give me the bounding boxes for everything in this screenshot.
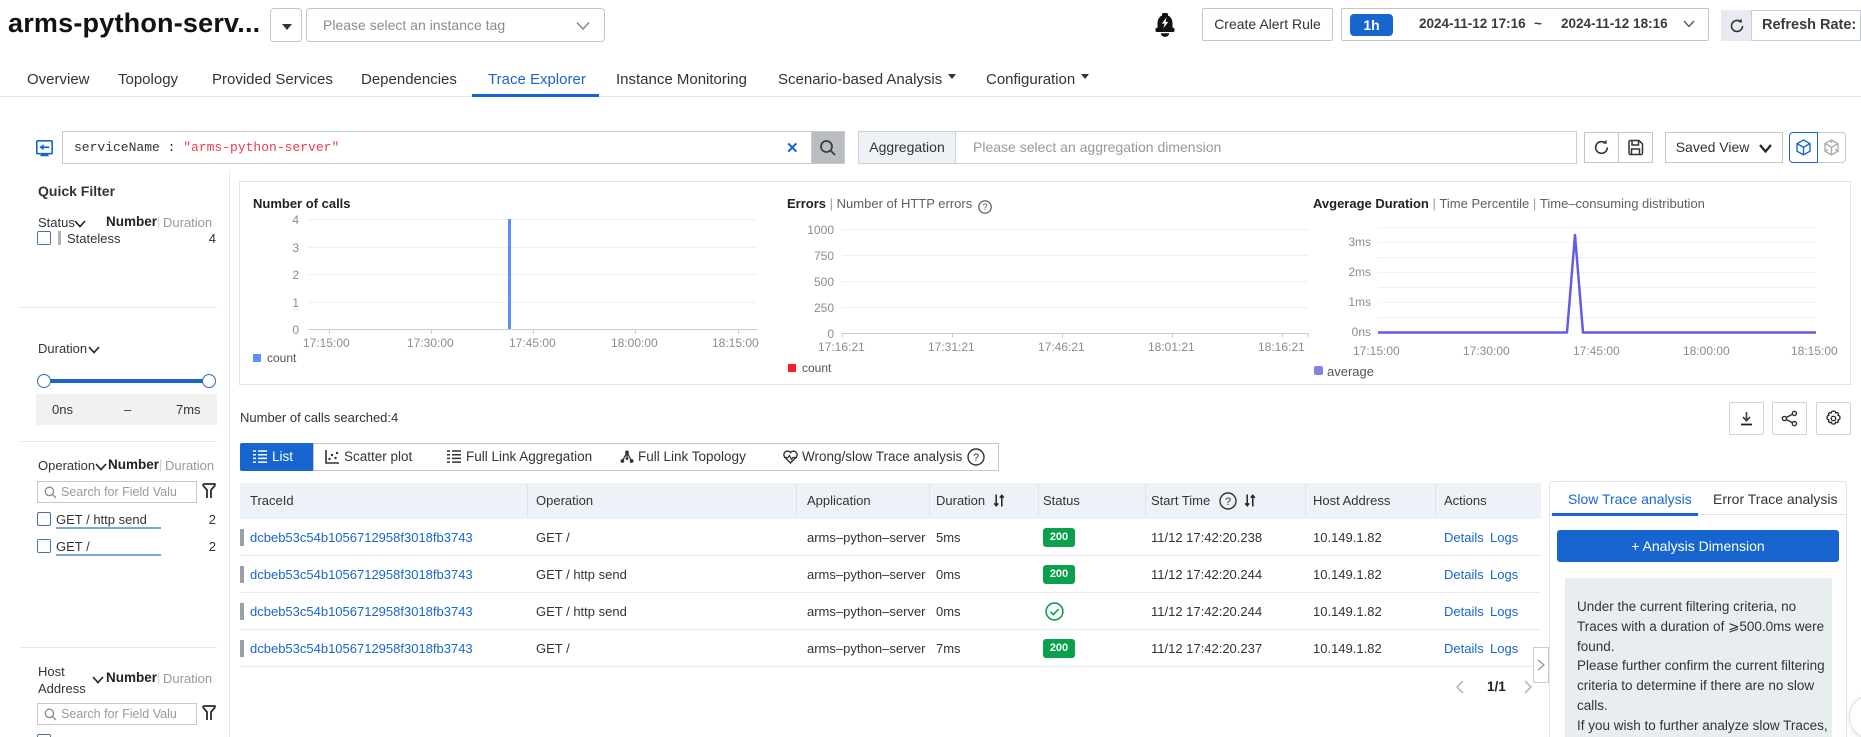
svg-text:?: ? (973, 452, 979, 464)
svg-text:?: ? (982, 202, 987, 212)
svg-text:?: ? (1225, 496, 1231, 508)
